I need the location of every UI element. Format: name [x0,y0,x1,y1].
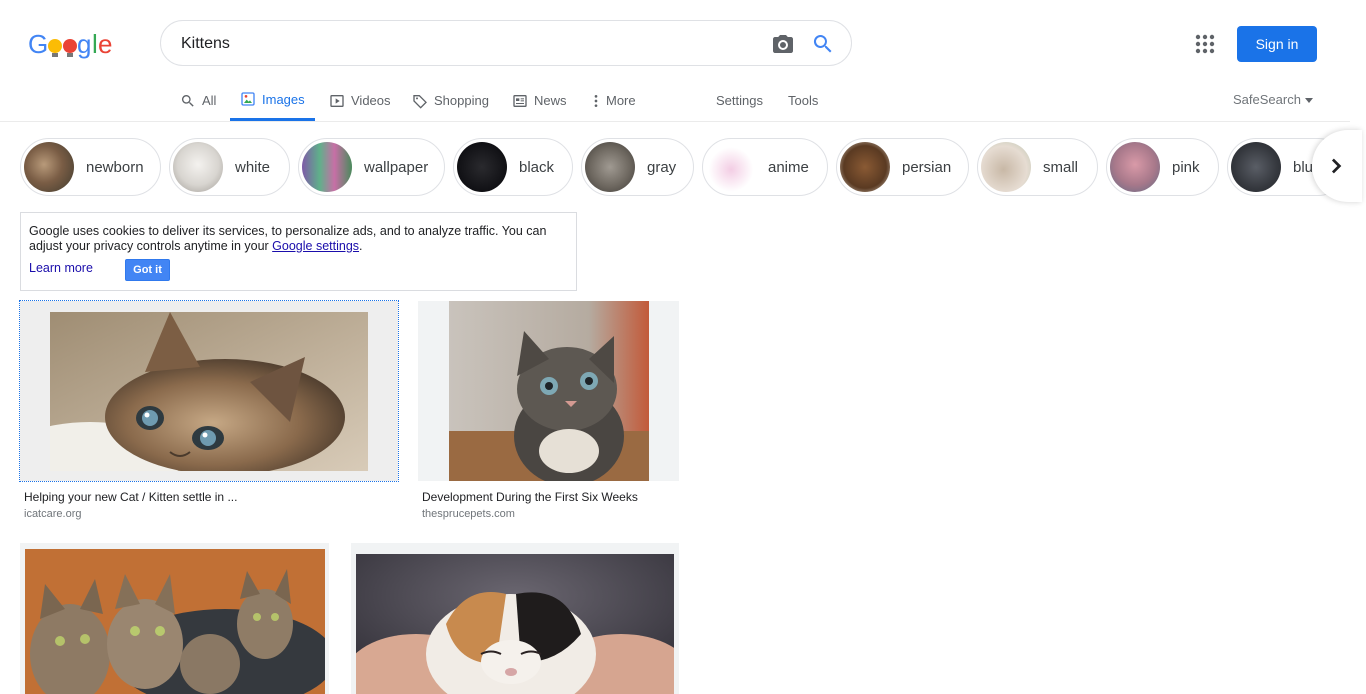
tab-videos[interactable]: Videos [329,80,391,121]
svg-text:G: G [28,29,47,59]
tab-images[interactable]: Images [230,80,315,121]
kittens-image [25,549,325,694]
search-icon[interactable] [811,32,835,56]
tools-link[interactable]: Tools [788,80,818,121]
image-result-frame[interactable] [351,543,679,694]
tab-news[interactable]: News [512,80,567,121]
newspaper-icon [513,94,527,107]
google-settings-link[interactable]: Google settings [272,239,359,253]
chip-thumbnail [1110,142,1160,192]
svg-text:l: l [92,29,97,59]
google-logo-graphic: G g l e [28,29,113,59]
chip-thumbnail [24,142,74,192]
chip-thumbnail [302,142,352,192]
image-result-frame[interactable] [418,301,679,481]
chip-thumbnail [173,142,223,192]
chip-gray[interactable]: gray [581,138,694,196]
tab-label: Images [262,91,305,107]
image-result-frame[interactable] [19,300,399,482]
svg-text:e: e [98,29,112,59]
cookie-text-block: Google uses cookies to deliver its servi… [29,224,574,254]
search-box[interactable] [160,20,852,66]
chip-label: black [519,158,555,176]
result-source[interactable]: icatcare.org [24,508,81,520]
safesearch-dropdown[interactable]: SafeSearch [1233,92,1313,107]
search-icon [181,94,194,107]
video-icon [330,94,344,107]
chip-thumbnail [706,142,756,192]
tab-shopping[interactable]: Shopping [412,80,489,121]
apps-grid-icon[interactable] [1193,32,1217,56]
image-result-frame[interactable] [20,543,329,694]
result-title[interactable]: Helping your new Cat / Kitten settle in … [24,490,237,504]
tab-label: Videos [351,93,391,108]
search-tabs: All Images Videos Shopping News More Set… [0,80,1350,122]
chevron-right-icon [1331,158,1342,174]
google-logo[interactable]: G g l e [28,28,113,60]
cookie-text-tail: . [359,239,363,253]
tag-icon [413,94,427,109]
chip-thumbnail [457,142,507,192]
chip-newborn[interactable]: newborn [20,138,161,196]
tab-label: More [606,93,636,108]
chip-label: small [1043,158,1079,176]
chip-thumbnail [1231,142,1281,192]
chip-thumbnail [981,142,1031,192]
tab-label: All [202,93,217,108]
chip-anime[interactable]: anime [702,138,828,196]
chip-label: wallpaper [364,158,429,176]
kitten-image [449,301,649,481]
chip-label: newborn [86,158,144,176]
chip-thumbnail [585,142,635,192]
chip-label: persian [902,158,952,176]
got-it-button[interactable]: Got it [125,259,170,281]
chip-wallpaper[interactable]: wallpaper [298,138,445,196]
settings-label: Settings [716,93,763,108]
tab-all[interactable]: All [180,80,216,121]
sign-in-button[interactable]: Sign in [1237,26,1317,62]
chip-label: gray [647,158,677,176]
chip-label: anime [768,158,809,176]
chip-black[interactable]: black [453,138,573,196]
svg-text:g: g [77,29,90,59]
result-source[interactable]: thesprucepets.com [422,508,515,520]
image-icon [241,92,255,106]
chip-persian[interactable]: persian [836,138,969,196]
caret-down-icon [1304,97,1313,103]
result-title[interactable]: Development During the First Six Weeks [422,490,638,504]
tab-label: Shopping [434,93,489,108]
tab-label: News [534,93,567,108]
related-chips: newborn white wallpaper black gray anime… [20,138,1350,196]
chip-small[interactable]: small [977,138,1098,196]
tools-label: Tools [788,93,819,108]
more-vert-icon [594,94,598,107]
search-input[interactable] [181,32,741,56]
kitten-image [50,312,368,471]
kitten-image [356,554,674,694]
settings-link[interactable]: Settings [716,80,763,121]
chip-white[interactable]: white [169,138,290,196]
tab-more[interactable]: More [588,80,636,121]
cookie-notice: Google uses cookies to deliver its servi… [20,212,577,291]
camera-icon[interactable] [771,32,795,56]
chip-label: white [235,158,271,176]
safesearch-label: SafeSearch [1233,92,1301,107]
chip-label: pink [1172,158,1200,176]
chip-pink[interactable]: pink [1106,138,1219,196]
learn-more-link[interactable]: Learn more [29,261,93,275]
chip-thumbnail [840,142,890,192]
